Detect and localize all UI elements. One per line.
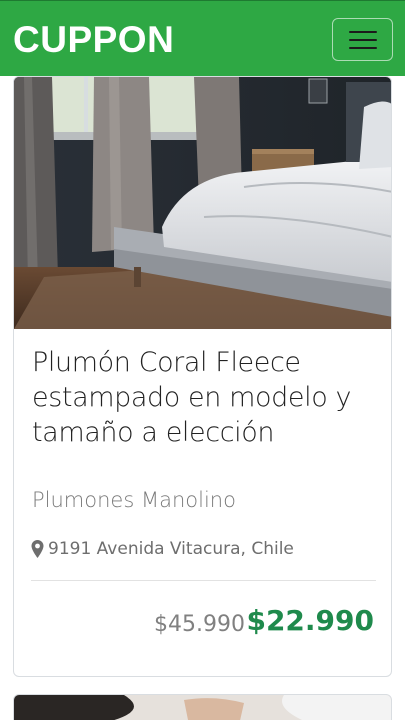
discount-price: $22.990 <box>246 604 374 637</box>
brand-logo[interactable]: CUPPON <box>13 19 174 61</box>
map-marker-icon <box>31 540 44 558</box>
original-price: $45.990 <box>154 612 245 637</box>
next-offer-card[interactable] <box>13 694 392 720</box>
menu-toggle-button[interactable] <box>332 18 393 61</box>
offer-title[interactable]: Plumón Coral Fleece estampado en modelo … <box>32 345 377 450</box>
divider <box>31 580 376 581</box>
offer-image[interactable] <box>14 77 392 329</box>
offer-card[interactable]: Plumón Coral Fleece estampado en modelo … <box>13 76 392 677</box>
location: 9191 Avenida Vitacura, Chile <box>31 539 294 559</box>
next-offer-image[interactable] <box>14 695 392 720</box>
top-navbar: CUPPON <box>0 0 405 76</box>
hamburger-icon <box>349 31 377 49</box>
merchant-name: Plumones Manolino <box>32 488 236 512</box>
location-text: 9191 Avenida Vitacura, Chile <box>48 539 294 559</box>
